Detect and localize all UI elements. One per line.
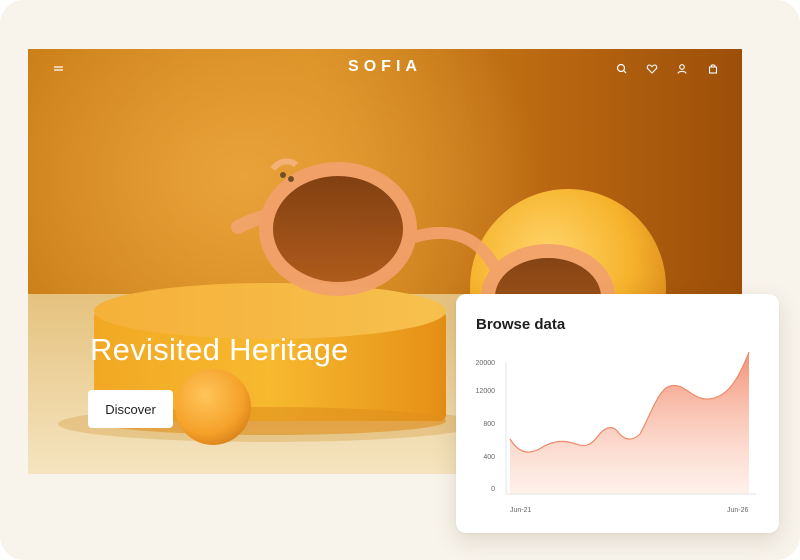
browse-data-card: Browse data 20000 12000 800 400 0 Jun-21…	[456, 294, 779, 533]
search-icon[interactable]	[614, 61, 630, 77]
heart-icon[interactable]	[644, 61, 660, 77]
brand-logo[interactable]: SOFIA	[28, 58, 742, 76]
user-icon[interactable]	[674, 61, 690, 77]
hero-headline: Revisited Heritage	[90, 332, 349, 367]
area-chart	[505, 351, 756, 495]
discover-button[interactable]: Discover	[88, 390, 173, 428]
top-nav: SOFIA	[28, 49, 742, 89]
bag-icon[interactable]	[705, 61, 721, 77]
page-frame: SOFIA Revisited Heritage Discover Browse…	[0, 0, 800, 560]
series-area	[510, 352, 749, 494]
